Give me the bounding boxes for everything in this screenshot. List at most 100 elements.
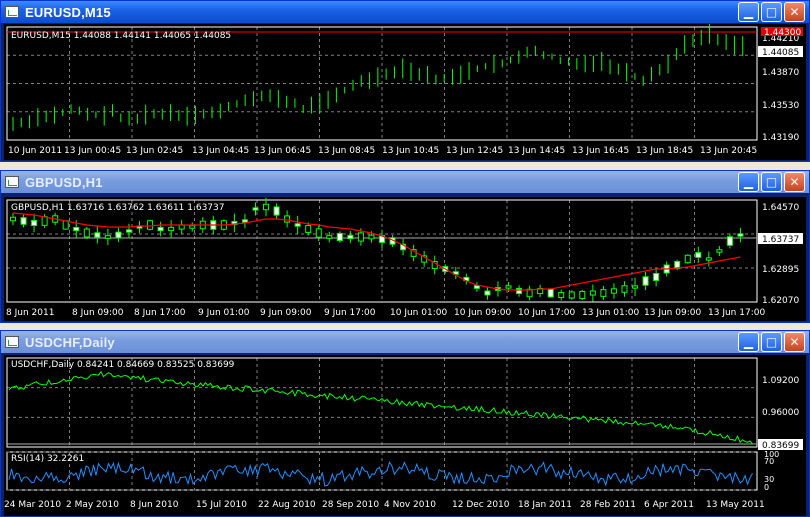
time-label: 10 Jun 01:00 bbox=[390, 308, 447, 318]
minimize-button[interactable]: ▁ bbox=[738, 172, 759, 192]
candle-body bbox=[716, 249, 723, 253]
candle-body bbox=[94, 232, 101, 238]
window-titlebar[interactable]: USDCHF,Daily ▁ □ ✕ bbox=[1, 331, 809, 353]
rsi-label: RSI(14) 32.2261 bbox=[11, 454, 84, 464]
candle-body bbox=[315, 228, 322, 238]
time-label: 8 Jun 2010 bbox=[130, 500, 179, 510]
chart-area[interactable]: USDCHF,Daily 0.84241 0.84669 0.83525 0.8… bbox=[4, 355, 806, 516]
time-label: 18 Jan 2011 bbox=[518, 500, 572, 510]
candle-body bbox=[558, 292, 565, 298]
minimize-button[interactable]: ▁ bbox=[738, 2, 759, 22]
candle-body bbox=[305, 225, 312, 233]
candle-body bbox=[336, 232, 343, 242]
minimize-button[interactable]: ▁ bbox=[738, 332, 759, 352]
candle-body bbox=[252, 207, 259, 211]
candle-body bbox=[473, 285, 480, 289]
price-label: 1.64570 bbox=[762, 203, 799, 213]
chart-info: USDCHF,Daily 0.84241 0.84669 0.83525 0.8… bbox=[11, 360, 235, 370]
chart-area[interactable]: GBPUSD,H1 1.63716 1.63762 1.63611 1.6373… bbox=[4, 197, 806, 321]
candle-body bbox=[189, 225, 196, 229]
chart-window-usdchf[interactable]: USDCHF,Daily ▁ □ ✕ USDCHF,Daily 0.84241 … bbox=[0, 330, 810, 517]
price-chart[interactable]: USDCHF,Daily 0.84241 0.84669 0.83525 0.8… bbox=[4, 355, 806, 516]
time-label: 8 Jun 2011 bbox=[6, 308, 54, 318]
candle-body bbox=[41, 216, 48, 226]
time-label: 8 Jun 09:00 bbox=[72, 308, 124, 318]
window-titlebar[interactable]: GBPUSD,H1 ▁ □ ✕ bbox=[1, 171, 809, 193]
time-label: 8 Jun 17:00 bbox=[134, 308, 186, 318]
price-label: 0.96000 bbox=[762, 408, 799, 418]
current-price-label: 1.63737 bbox=[762, 235, 799, 245]
candle-body bbox=[357, 232, 364, 242]
price-label: 1.62070 bbox=[762, 296, 799, 306]
time-label: 13 May 2011 bbox=[706, 500, 765, 510]
time-label: 9 Jun 17:00 bbox=[324, 308, 376, 318]
maximize-button[interactable]: □ bbox=[761, 172, 782, 192]
chart-window-gbpusd[interactable]: GBPUSD,H1 ▁ □ ✕ GBPUSD,H1 1.63716 1.6376… bbox=[0, 170, 810, 323]
window-titlebar[interactable]: EURUSD,M15 ▁ □ ✕ bbox=[1, 1, 809, 23]
maximize-button[interactable]: □ bbox=[761, 2, 782, 22]
time-label: 13 Jun 09:00 bbox=[644, 308, 701, 318]
candle-body bbox=[115, 231, 122, 239]
time-label: 13 Jun 00:45 bbox=[64, 146, 121, 156]
candle-body bbox=[263, 203, 270, 211]
time-label: 9 Jun 01:00 bbox=[198, 308, 250, 318]
time-label: 13 Jun 20:45 bbox=[700, 146, 757, 156]
candle-body bbox=[600, 289, 607, 297]
close-button[interactable]: ✕ bbox=[784, 332, 805, 352]
time-label: 2 May 2010 bbox=[66, 500, 119, 510]
candle-body bbox=[568, 291, 575, 299]
candle-body bbox=[726, 236, 733, 246]
candle-body bbox=[695, 252, 702, 258]
ask-price-label: 1.44300 bbox=[764, 28, 801, 38]
moving-average-line bbox=[12, 212, 741, 291]
time-label: 28 Feb 2011 bbox=[580, 500, 636, 510]
price-label: 1.43870 bbox=[762, 68, 799, 78]
rsi-line bbox=[8, 461, 753, 487]
candle-body bbox=[632, 285, 639, 289]
candle-body bbox=[104, 235, 111, 239]
candle-body bbox=[547, 288, 554, 298]
time-label: 9 Jun 09:00 bbox=[260, 308, 312, 318]
candle-body bbox=[73, 226, 80, 232]
price-label: 1.43190 bbox=[762, 133, 799, 143]
time-label: 13 Jun 06:45 bbox=[254, 146, 311, 156]
candle-body bbox=[273, 206, 280, 216]
time-label: 13 Jun 17:00 bbox=[708, 308, 765, 318]
time-label: 13 Jun 02:45 bbox=[126, 146, 183, 156]
time-label: 15 Jul 2010 bbox=[196, 500, 247, 510]
time-label: 13 Jun 16:45 bbox=[572, 146, 629, 156]
chart-window-icon bbox=[5, 336, 19, 348]
close-button[interactable]: ✕ bbox=[784, 172, 805, 192]
candle-body bbox=[610, 288, 617, 294]
chart-info: EURUSD,M15 1.44088 1.44141 1.44065 1.440… bbox=[11, 31, 231, 41]
chart-window-icon bbox=[5, 176, 19, 188]
candle-body bbox=[31, 219, 38, 227]
candle-body bbox=[653, 272, 660, 282]
chart-area[interactable]: EURUSD,M15 1.44088 1.44141 1.44065 1.440… bbox=[4, 24, 806, 160]
window-title: EURUSD,M15 bbox=[25, 4, 111, 20]
time-label: 10 Jun 09:00 bbox=[454, 308, 511, 318]
time-label: 24 Mar 2010 bbox=[4, 500, 61, 510]
time-label: 22 Aug 2010 bbox=[258, 500, 316, 510]
time-label: 4 Nov 2010 bbox=[384, 500, 436, 510]
candle-body bbox=[579, 290, 586, 300]
candle-body bbox=[20, 217, 27, 225]
candle-body bbox=[737, 233, 744, 237]
time-label: 6 Apr 2011 bbox=[644, 500, 694, 510]
candle-body bbox=[10, 216, 16, 222]
price-chart[interactable]: EURUSD,M15 1.44088 1.44141 1.44065 1.440… bbox=[4, 24, 806, 160]
time-label: 10 Jun 17:00 bbox=[518, 308, 575, 318]
time-label: 13 Jun 01:00 bbox=[582, 308, 639, 318]
price-chart[interactable]: GBPUSD,H1 1.63716 1.63762 1.63611 1.6373… bbox=[4, 197, 806, 321]
candle-body bbox=[157, 226, 164, 232]
candle-body bbox=[368, 234, 375, 240]
candle-body bbox=[589, 290, 596, 296]
rsi-level-label: 70 bbox=[764, 457, 774, 466]
candle-body bbox=[147, 220, 154, 230]
candle-body bbox=[516, 287, 523, 295]
maximize-button[interactable]: □ bbox=[761, 332, 782, 352]
time-label: 12 Dec 2010 bbox=[452, 500, 510, 510]
chart-window-eurusd[interactable]: EURUSD,M15 ▁ □ ✕ EURUSD,M15 1.44088 1.44… bbox=[0, 0, 810, 162]
candle-body bbox=[705, 257, 712, 261]
close-button[interactable]: ✕ bbox=[784, 2, 805, 22]
